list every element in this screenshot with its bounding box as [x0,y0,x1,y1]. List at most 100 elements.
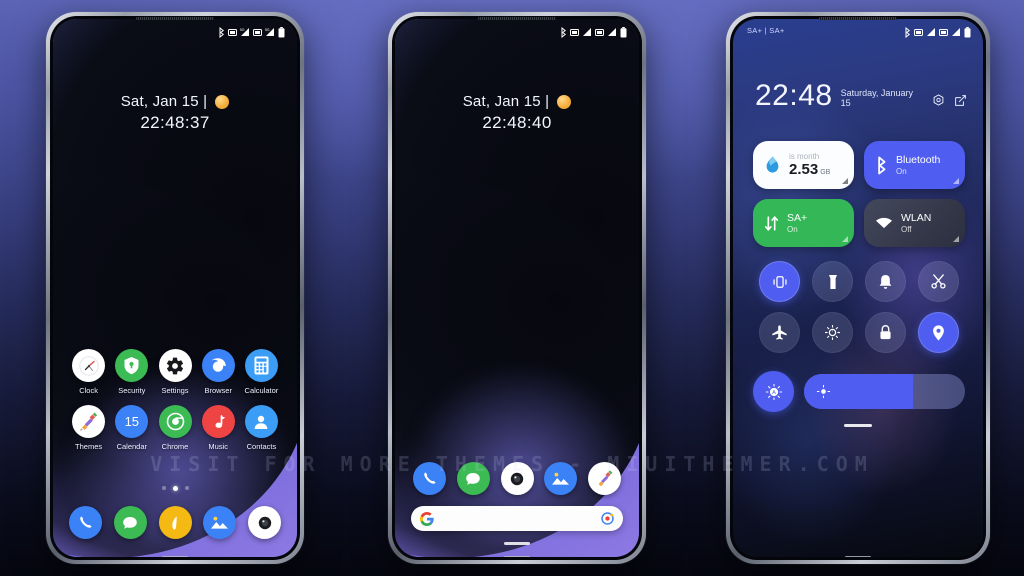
edit-icon[interactable] [954,94,967,107]
weather-dot-icon [557,94,572,109]
gallery-icon[interactable] [203,506,237,539]
screenshot-stage: 5G 5G Sat, Jan 15 | 22:48:37 Clock Secur… [0,0,1024,576]
tile-title: WLAN [901,211,932,224]
sim1-icon [914,28,923,36]
message-icon[interactable] [456,462,490,495]
app-grid: Clock Security Settings Browser Calculat… [61,349,289,461]
expand-corner-icon[interactable] [842,236,848,242]
page-dot[interactable] [184,486,189,490]
tile-subtitle: On [787,224,798,234]
calculator-icon [244,349,278,382]
dock [409,462,625,495]
contacts-icon [244,405,278,438]
page-dot-active[interactable] [172,486,178,491]
clock-date-row: Sat, Jan 15 | [395,93,639,110]
toggle-airplane-mode[interactable] [759,312,800,353]
expand-corner-icon[interactable] [953,178,959,184]
tile-bluetooth[interactable]: Bluetooth On [864,141,965,189]
auto-brightness-button[interactable]: A [753,371,794,412]
panel-drag-handle[interactable] [844,424,872,427]
phone-1-bezel: 5G 5G Sat, Jan 15 | 22:48:37 Clock Secur… [50,16,300,560]
clock-widget[interactable]: Sat, Jan 15 | 22:48:37 [53,93,297,133]
tile-sa-plus[interactable]: SA+ On [753,199,854,247]
app-settings[interactable]: Settings [153,349,196,395]
app-themes[interactable]: Themes [67,405,110,451]
phone-icon[interactable] [413,462,446,495]
app-browser[interactable]: Browser [197,349,240,395]
settings-gear-icon[interactable] [932,94,945,107]
bottom-speaker-icon [162,556,188,557]
app-calendar[interactable]: 15 Calendar [110,405,153,451]
expand-corner-icon[interactable] [953,236,959,242]
data-drop-icon [766,156,779,173]
phone-device-3: SA+ | SA+ 22:48 Saturday, January 15 is … [726,12,990,564]
tile-wlan[interactable]: WLAN Off [864,199,965,247]
home-gesture-bar[interactable] [504,542,530,545]
clock-widget[interactable]: Sat, Jan 15 | 22:48:40 [395,93,639,133]
phone-icon[interactable] [69,506,102,539]
bottom-speaker-icon [504,556,530,557]
gallery-icon[interactable] [544,462,578,495]
quick-settings-header: 22:48 Saturday, January 15 [755,81,967,111]
toggle-ringer[interactable] [865,261,906,302]
app-contacts[interactable]: Contacts [240,405,283,451]
music-icon [201,405,235,438]
leaf-icon[interactable] [158,506,192,539]
bluetooth-icon [561,26,567,38]
wifi-icon [876,217,892,229]
toggle-screenshot[interactable] [918,261,959,302]
toggle-location[interactable] [918,312,959,353]
app-clock[interactable]: Clock [67,349,110,395]
app-security[interactable]: Security [110,349,153,395]
sim-status-text: SA+ | SA+ [747,26,785,35]
toggle-lock[interactable] [865,312,906,353]
phone-2-bezel: Sat, Jan 15 | 22:48:40 [392,16,642,560]
toggle-flashlight[interactable] [812,261,853,302]
camera-icon[interactable] [500,462,534,495]
bell-icon [879,274,892,289]
phone-device-2: Sat, Jan 15 | 22:48:40 [388,12,646,564]
clock-time: 22:48:40 [482,113,552,132]
sim2-icon [939,28,948,36]
page-dot[interactable] [161,486,166,490]
bluetooth-icon [905,26,911,38]
chrome-icon [158,405,192,438]
brightness-slider[interactable] [804,374,965,409]
sim1-icon [570,28,579,36]
battery-icon [964,26,971,37]
google-lens-icon[interactable] [601,512,614,525]
status-bar [395,19,639,45]
app-row-1: Clock Security Settings Browser Calculat… [61,349,289,395]
toggle-vibrate[interactable] [759,261,800,302]
app-row-2: Themes 15 Calendar Chrome Music Contacts [61,405,289,451]
tile-title-row: 2.53 GB [789,161,830,178]
phone-device-1: 5G 5G Sat, Jan 15 | 22:48:37 Clock Secur… [46,12,304,564]
message-icon[interactable] [113,506,147,539]
vibrate-icon [772,275,787,288]
bluetooth-icon [219,26,225,38]
tile-data-usage[interactable]: is month 2.53 GB [753,141,854,189]
app-calculator[interactable]: Calculator [240,349,283,395]
tile-title: SA+ [787,211,808,224]
data-arrows-icon [764,215,779,231]
camera-icon[interactable] [248,506,281,539]
location-icon [933,324,944,341]
tile-subtitle: is month [789,152,820,162]
search-bar[interactable] [411,506,623,531]
signal2-icon: 5G [265,28,274,36]
status-bar: 5G 5G [53,19,297,45]
app-chrome[interactable]: Chrome [153,405,196,451]
dock [63,506,287,539]
browser-icon [201,349,235,382]
themes-icon[interactable] [588,462,621,495]
toggle-brightness[interactable] [812,312,853,353]
expand-corner-icon[interactable] [842,178,848,184]
qs-clock-date: Saturday, January 15 [840,88,913,108]
app-music[interactable]: Music [197,405,240,451]
app-label: Browser [204,386,232,395]
tile-subtitle: Off [901,224,912,234]
tile-title: 2.53 [789,161,819,179]
bluetooth-icon [878,156,886,174]
airplane-icon [772,325,787,340]
sim2-icon [253,28,262,36]
